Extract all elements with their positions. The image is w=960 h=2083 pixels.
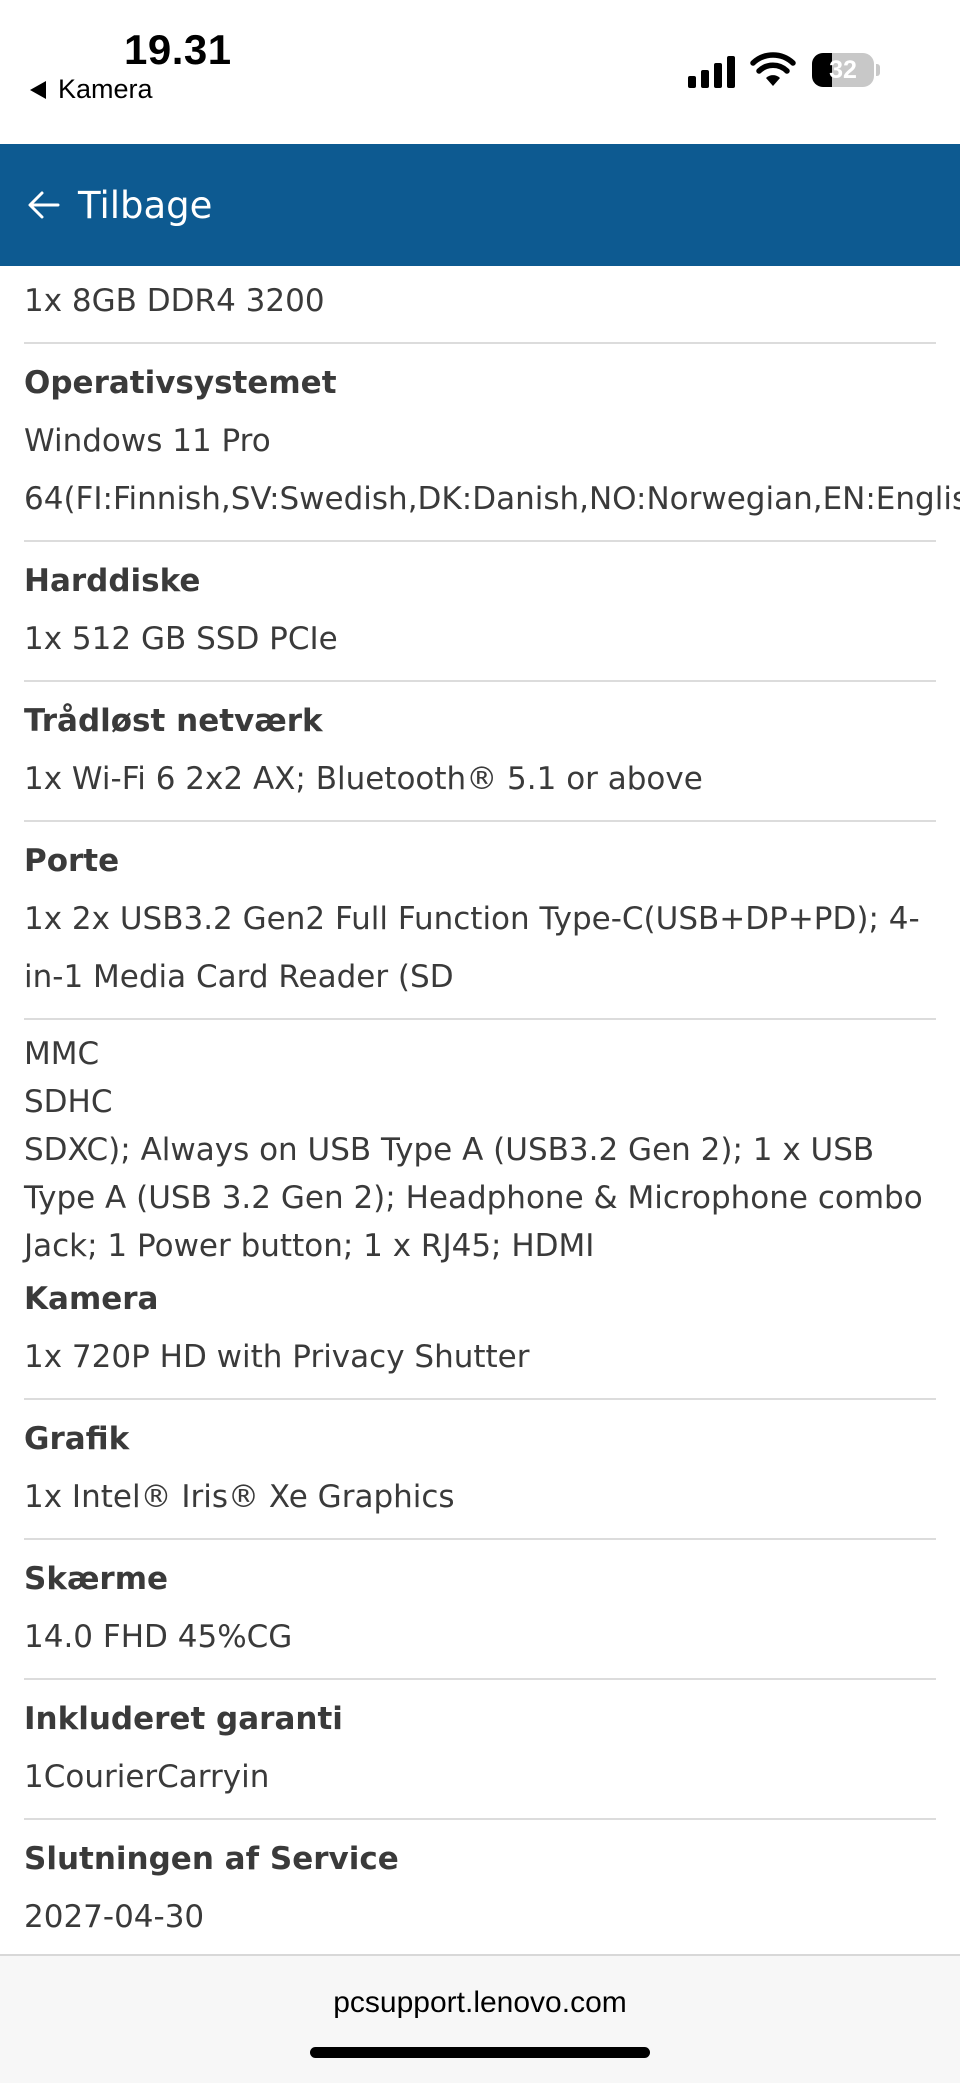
battery-icon: 32 [812, 53, 880, 87]
spec-row-end-of-service: Slutningen af Service 2027-04-30 [24, 1820, 936, 1946]
battery-percent: 32 [829, 56, 857, 84]
os-label: Operativsystemet [24, 365, 337, 401]
spec-row-ports: Porte 1x 2x USB3.2 Gen2 Full Function Ty… [24, 822, 936, 1020]
disk-label: Harddiske [24, 563, 201, 599]
memory-value: 1x 8GB DDR4 3200 [24, 283, 325, 319]
os-value-line2: 64(FI:Finnish,SV:Swedish,DK:Danish,NO:No… [24, 481, 960, 517]
back-app-label: Kamera [58, 74, 153, 104]
status-bar: 19.31 Kamera 32 [0, 0, 960, 144]
spec-row-memory: 1x 8GB DDR4 3200 [24, 266, 936, 344]
back-button[interactable]: Tilbage [78, 184, 212, 227]
ports-label: Porte [24, 843, 120, 879]
spec-row-display: Skærme 14.0 FHD 45%CG [24, 1540, 936, 1680]
wifi-icon [750, 52, 796, 86]
os-value-line1: Windows 11 Pro [24, 423, 271, 459]
spec-row-graphics: Grafik 1x Intel® Iris® Xe Graphics [24, 1400, 936, 1540]
eos-value: 2027-04-30 [24, 1899, 205, 1935]
spec-row-os: Operativsystemet Windows 11 Pro 64(FI:Fi… [24, 344, 960, 542]
display-label: Skærme [24, 1561, 169, 1597]
eos-label: Slutningen af Service [24, 1841, 399, 1877]
spec-row-ports-cont-camera: MMC SDHC SDXC); Always on USB Type A (US… [24, 1020, 936, 1400]
ports-cont-sdhc: SDHC [24, 1084, 113, 1120]
display-value: 14.0 FHD 45%CG [24, 1619, 293, 1655]
status-time: 19.31 [124, 26, 232, 73]
ports-cont-mmc: MMC [24, 1036, 100, 1072]
wireless-label: Trådløst netværk [24, 703, 323, 739]
camera-value: 1x 720P HD with Privacy Shutter [24, 1339, 530, 1375]
spec-list: 1x 8GB DDR4 3200 Operativsystemet Window… [0, 266, 960, 1956]
back-to-app-link[interactable]: Kamera [30, 74, 153, 105]
spec-row-warranty: Inkluderet garanti 1CourierCarryin [24, 1680, 936, 1820]
url-text[interactable]: pcsupport.lenovo.com [0, 1986, 960, 2020]
wireless-value: 1x Wi-Fi 6 2x2 AX; Bluetooth® 5.1 or abo… [24, 761, 703, 797]
back-triangle-icon [30, 80, 46, 99]
ports-cont-sdxc: SDXC); Always on USB Type A (USB3.2 Gen … [24, 1132, 923, 1264]
battery-body: 32 [812, 53, 874, 87]
signal-bars-icon [688, 56, 735, 88]
warranty-value: 1CourierCarryin [24, 1759, 270, 1795]
graphics-value: 1x Intel® Iris® Xe Graphics [24, 1479, 455, 1515]
ports-value: 1x 2x USB3.2 Gen2 Full Function Type-C(U… [24, 901, 920, 995]
camera-label: Kamera [24, 1281, 159, 1317]
page-header: Tilbage [0, 144, 960, 266]
back-arrow-icon[interactable] [26, 187, 62, 223]
battery-cap [876, 64, 880, 76]
graphics-label: Grafik [24, 1421, 130, 1457]
disk-value: 1x 512 GB SSD PCIe [24, 621, 338, 657]
spec-row-disk: Harddiske 1x 512 GB SSD PCIe [24, 542, 936, 682]
spec-row-wireless: Trådløst netværk 1x Wi-Fi 6 2x2 AX; Blue… [24, 682, 936, 822]
browser-address-bar[interactable]: pcsupport.lenovo.com [0, 1954, 960, 2083]
home-indicator[interactable] [310, 2047, 650, 2058]
warranty-label: Inkluderet garanti [24, 1701, 343, 1737]
